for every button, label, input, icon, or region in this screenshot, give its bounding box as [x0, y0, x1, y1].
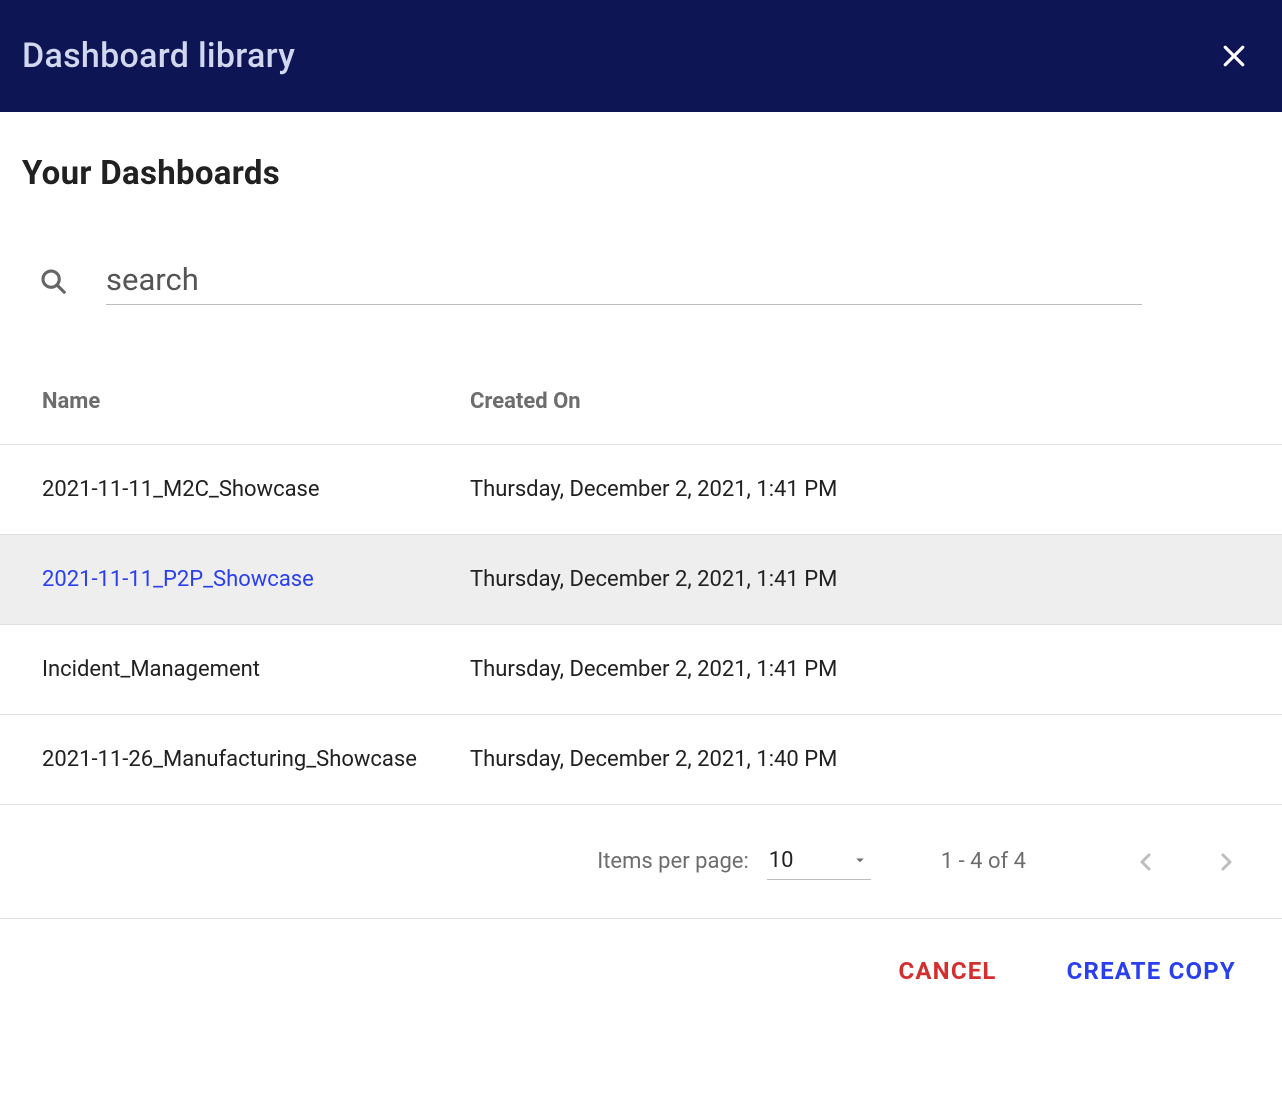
page-size-value: 10	[769, 848, 794, 873]
range-label: 1 - 4 of 4	[941, 849, 1026, 874]
dashboard-name: 2021-11-11_P2P_Showcase	[42, 567, 470, 592]
table-row[interactable]: Incident_ManagementThursday, December 2,…	[0, 625, 1282, 715]
dashboard-name: 2021-11-11_M2C_Showcase	[42, 477, 470, 502]
previous-page-button[interactable]	[1124, 840, 1168, 884]
dashboard-created-on: Thursday, December 2, 2021, 1:40 PM	[470, 747, 837, 772]
table-row[interactable]: 2021-11-11_M2C_ShowcaseThursday, Decembe…	[0, 445, 1282, 535]
cancel-button[interactable]: CANCEL	[898, 957, 996, 985]
chevron-left-icon	[1134, 850, 1158, 874]
paginator: Items per page: 10 1 - 4 of 4	[0, 805, 1282, 919]
dashboard-name: 2021-11-26_Manufacturing_Showcase	[42, 747, 470, 772]
search-icon	[38, 266, 68, 296]
items-per-page-label: Items per page:	[597, 849, 749, 874]
dashboard-created-on: Thursday, December 2, 2021, 1:41 PM	[470, 477, 837, 502]
chevron-right-icon	[1214, 850, 1238, 874]
dialog-title: Dashboard library	[22, 36, 295, 76]
close-button[interactable]	[1216, 38, 1252, 74]
close-icon	[1219, 41, 1249, 71]
dropdown-icon	[851, 851, 869, 869]
next-page-button[interactable]	[1204, 840, 1248, 884]
dialog-header: Dashboard library	[0, 0, 1282, 112]
column-header-created-on[interactable]: Created On	[470, 389, 581, 414]
page-size-select[interactable]: 10	[767, 844, 871, 880]
section-title: Your Dashboards	[0, 112, 1282, 193]
dashboards-table: Name Created On 2021-11-11_M2C_ShowcaseT…	[0, 389, 1282, 805]
table-header: Name Created On	[0, 389, 1282, 445]
dashboard-name: Incident_Management	[42, 657, 470, 682]
dashboard-created-on: Thursday, December 2, 2021, 1:41 PM	[470, 567, 837, 592]
search-wrap	[38, 257, 1282, 305]
column-header-name[interactable]: Name	[42, 389, 470, 414]
search-input[interactable]	[106, 257, 1142, 305]
table-row[interactable]: 2021-11-26_Manufacturing_ShowcaseThursda…	[0, 715, 1282, 805]
dashboard-created-on: Thursday, December 2, 2021, 1:41 PM	[470, 657, 837, 682]
create-copy-button[interactable]: CREATE COPY	[1067, 957, 1236, 985]
table-row[interactable]: 2021-11-11_P2P_ShowcaseThursday, Decembe…	[0, 535, 1282, 625]
dialog-footer: CANCEL CREATE COPY	[0, 919, 1282, 985]
